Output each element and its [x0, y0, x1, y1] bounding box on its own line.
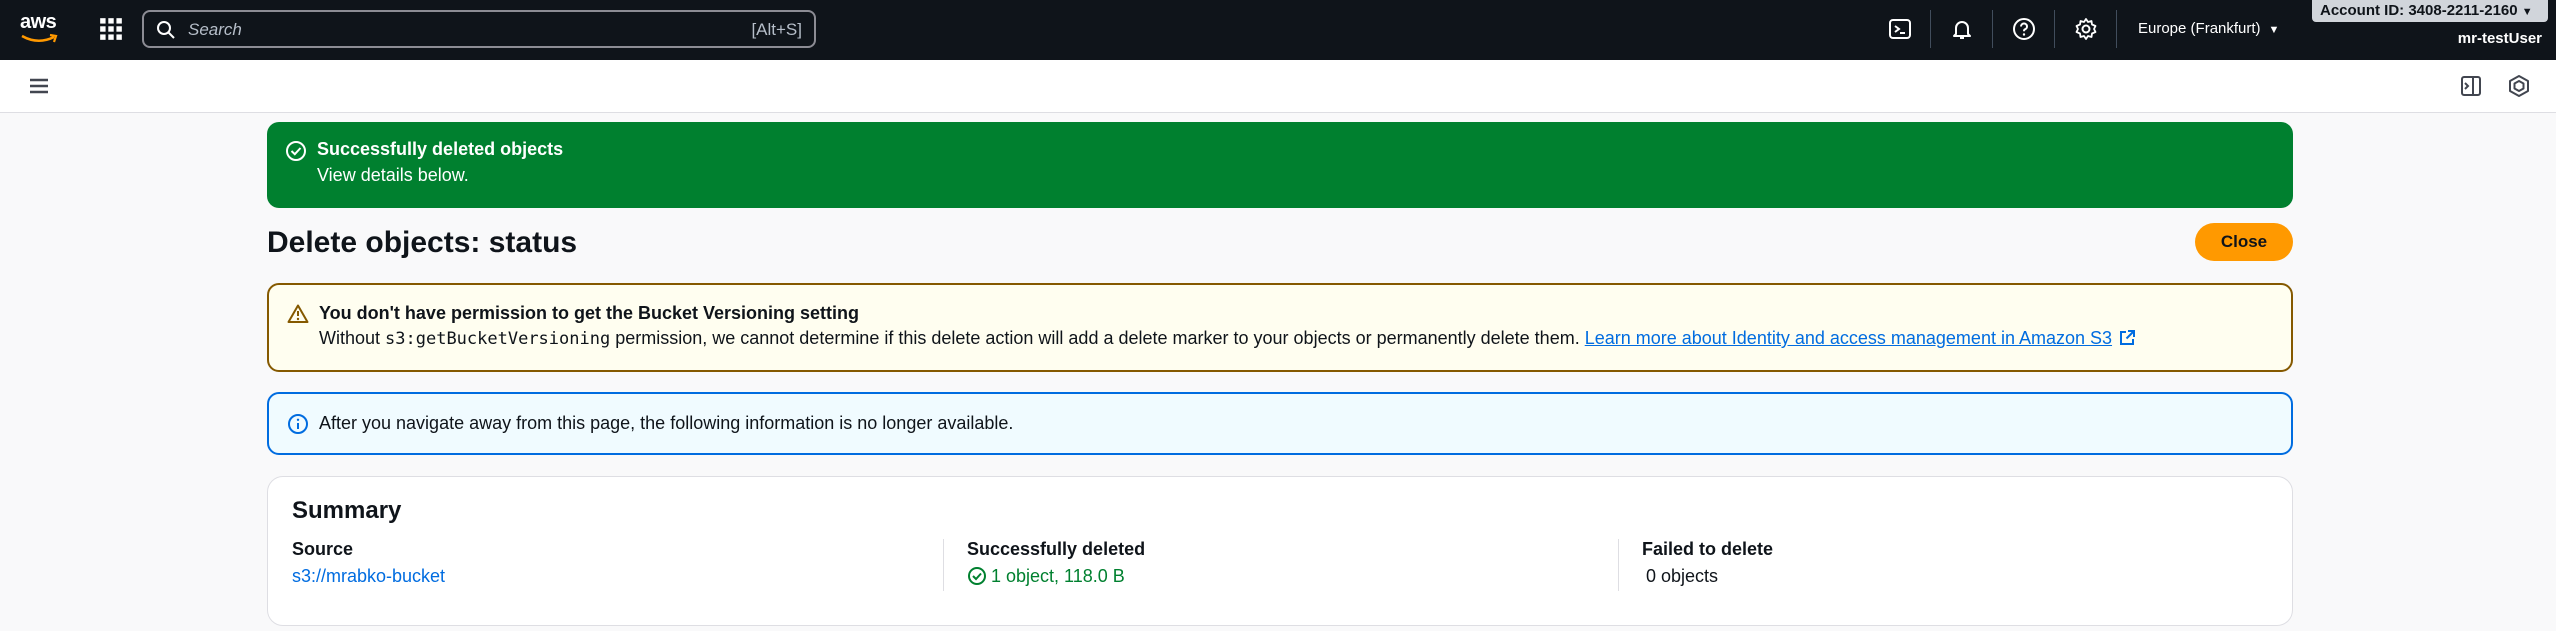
page-title: Delete objects: status [267, 226, 578, 259]
deleted-value-text: 1 object, 118.0 B [991, 566, 1125, 586]
summary-source: Source s3://mrabko-bucket [292, 539, 445, 589]
permission-code: s3:getBucketVersioning [385, 329, 611, 349]
column-divider [943, 539, 944, 591]
warning-body: Without s3:getBucketVersioning permissio… [319, 328, 2136, 349]
warning-body-prefix: Without [319, 328, 386, 348]
help-icon[interactable] [2012, 17, 2036, 41]
permission-warning-alert: You don't have permission to get the Buc… [267, 283, 2293, 372]
region-label: Europe (Frankfurt) [2138, 20, 2261, 37]
search-input[interactable]: Search [Alt+S] [142, 10, 816, 48]
success-flashbar: Successfully deleted objects View detail… [267, 122, 2293, 208]
source-bucket-link[interactable]: s3://mrabko-bucket [292, 566, 445, 586]
summary-panel: Summary Source s3://mrabko-bucket Succes… [267, 476, 2293, 626]
chevron-down-icon: ▼ [2521, 6, 2533, 18]
settings-gear-icon[interactable] [2074, 17, 2098, 41]
info-alert: After you navigate away from this page, … [267, 392, 2293, 455]
chevron-down-icon: ▼ [2268, 24, 2280, 36]
nav-divider [2116, 10, 2117, 48]
summary-title: Summary [292, 497, 402, 524]
success-check-icon [968, 567, 986, 585]
info-text: After you navigate away from this page, … [319, 413, 1014, 433]
nav-divider [1930, 10, 1931, 48]
aws-smile-icon [21, 33, 58, 43]
warning-title: You don't have permission to get the Buc… [319, 303, 860, 323]
region-selector[interactable]: Europe (Frankfurt) ▼ [2138, 20, 2279, 37]
nav-divider [2054, 10, 2055, 48]
hamburger-menu-icon[interactable] [28, 75, 50, 97]
failed-label: Failed to delete [1642, 539, 1774, 559]
cloudshell-icon[interactable] [1888, 17, 1912, 41]
flash-body: View details below. [317, 165, 469, 185]
info-icon [288, 414, 308, 434]
amazon-q-icon[interactable] [2506, 73, 2532, 99]
deleted-value: 1 object, 118.0 B [967, 566, 1145, 587]
warning-body-suffix: permission, we cannot determine if this … [610, 328, 1585, 348]
flash-title: Successfully deleted objects [317, 139, 564, 159]
services-grid-icon[interactable] [98, 16, 124, 42]
close-button[interactable]: Close [2195, 223, 2293, 261]
summary-successfully-deleted: Successfully deleted 1 object, 118.0 B [967, 539, 1145, 589]
warning-triangle-icon [287, 304, 309, 323]
summary-failed-to-delete: Failed to delete 0 objects [1642, 539, 1773, 589]
secondary-toolbar [0, 60, 2556, 113]
aws-logo-text: aws [20, 11, 57, 33]
account-id-text: Account ID: 3408-2211-2160 [2320, 2, 2518, 19]
search-icon [157, 21, 175, 39]
source-label: Source [292, 539, 354, 559]
success-check-icon [286, 141, 306, 161]
nav-divider [1992, 10, 1993, 48]
aws-logo[interactable]: aws [20, 12, 62, 44]
search-placeholder: Search [188, 20, 242, 39]
search-shortcut-hint: [Alt+S] [751, 20, 802, 39]
notifications-bell-icon[interactable] [1950, 17, 1974, 41]
side-panel-icon[interactable] [2458, 73, 2484, 99]
deleted-label: Successfully deleted [967, 539, 1146, 559]
account-id-badge[interactable]: Account ID: 3408-2211-2160 ▼ [2312, 0, 2548, 22]
learn-more-iam-link[interactable]: Learn more about Identity and access man… [1585, 328, 2136, 348]
failed-value: 0 objects [1646, 566, 1719, 586]
top-navigation-bar: aws Search [Alt+S] Europe (Frankfurt) ▼ … [0, 0, 2556, 60]
learn-more-link-text: Learn more about Identity and access man… [1584, 328, 2113, 348]
external-link-icon [2120, 330, 2136, 345]
column-divider [1618, 539, 1619, 591]
account-user-name[interactable]: mr-testUser [2458, 30, 2542, 47]
